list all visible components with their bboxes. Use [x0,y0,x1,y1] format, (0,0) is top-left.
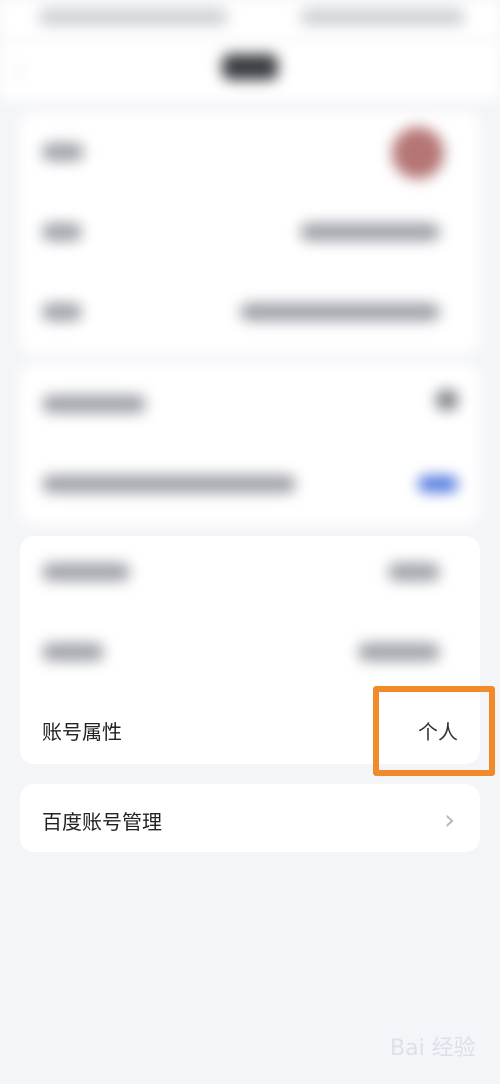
profile-value-name [300,223,440,241]
baidu-account-label: 百度账号管理 [42,810,162,834]
watermark: Bai 经验 [390,1036,476,1061]
nav-bar: ‹ [0,40,500,100]
account-attribute-label: 账号属性 [42,720,122,744]
privacy-value-1 [436,390,458,410]
privacy-value-2 [418,476,458,492]
account-row-1[interactable] [20,536,480,616]
profile-label-intro [42,303,82,321]
back-icon[interactable]: ‹ [14,58,34,82]
baidu-account-card: 百度账号管理 › [20,784,480,852]
privacy-card [20,364,480,524]
profile-row-intro[interactable] [20,272,480,352]
avatar[interactable] [392,127,444,179]
baidu-account-row[interactable]: 百度账号管理 › [20,784,480,852]
status-left-text [38,8,228,26]
profile-label-avatar [42,143,84,161]
page-title [222,54,278,80]
profile-label-name [42,223,82,241]
account-value-2 [358,643,440,661]
profile-value-intro [240,303,440,321]
status-right-icons [300,8,465,26]
account-row-2[interactable] [20,616,480,696]
account-label-2 [42,643,104,661]
highlight-box [373,686,495,776]
privacy-row-2[interactable] [20,444,480,524]
account-value-1 [388,563,440,581]
account-label-1 [42,563,130,581]
status-bar [0,0,500,40]
profile-row-name[interactable] [20,192,480,272]
privacy-label-1 [42,395,146,413]
privacy-row-1[interactable] [20,364,480,444]
privacy-label-2 [42,475,296,493]
chevron-right-icon: › [444,803,456,836]
